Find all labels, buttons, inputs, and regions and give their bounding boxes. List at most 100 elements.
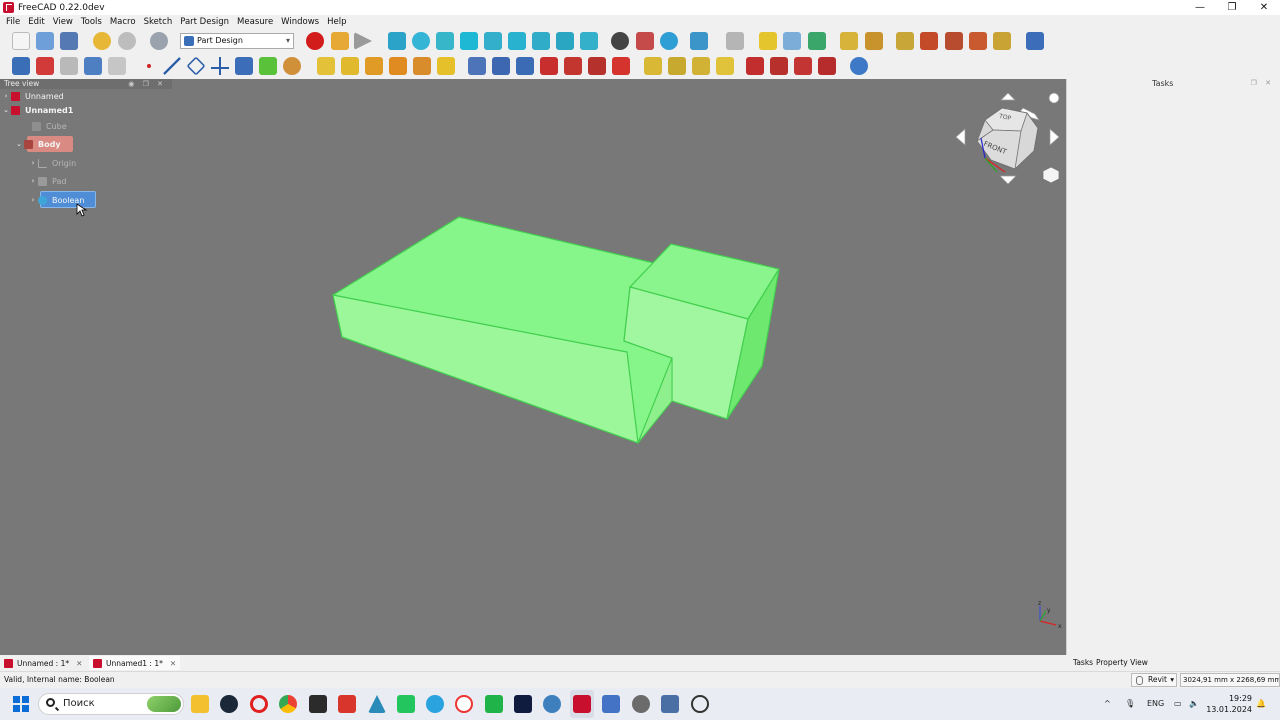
close-tab-icon[interactable]: ✕ [170,659,176,668]
rear-view-icon[interactable] [532,32,550,50]
menu-macro[interactable]: Macro [106,17,140,27]
workbench-selector[interactable]: Part Design ▾ [180,33,294,49]
open-document-icon[interactable] [36,32,54,50]
taskbar-search[interactable]: Поиск [38,693,184,715]
draw-style-icon[interactable] [636,32,654,50]
language-indicator[interactable]: ENG [1147,688,1164,720]
draft-icon[interactable] [794,57,812,75]
freecad-taskbar-icon[interactable] [573,695,591,713]
maximize-button[interactable]: ❐ [1216,0,1248,15]
telegram-icon[interactable] [426,695,444,713]
macro-run-icon[interactable] [354,32,372,50]
menu-view[interactable]: View [49,17,77,27]
opera-icon[interactable] [250,695,268,713]
addon-manager-icon[interactable] [1026,32,1044,50]
app-icon-navy[interactable] [543,695,561,713]
fit-selection-icon[interactable] [412,32,430,50]
menu-tools[interactable]: Tools [77,17,106,27]
multi-transform-icon[interactable] [920,32,938,50]
revolution-icon[interactable] [341,57,359,75]
fit-all-icon[interactable] [388,32,406,50]
calculator-icon[interactable] [602,695,620,713]
menu-windows[interactable]: Windows [277,17,323,27]
navigation-cube[interactable]: TOP FRONT [955,92,1060,185]
isometric-view-icon[interactable] [436,32,454,50]
tab-unnamed1[interactable]: Unnamed1 : 1* ✕ [89,656,181,670]
chamfer-icon[interactable] [770,57,788,75]
tree-item-pad[interactable]: › Pad [28,174,66,188]
tree-item-unnamed1[interactable]: ⌄ Unnamed1 [1,103,73,117]
bottom-view-icon[interactable] [556,32,574,50]
pad-icon[interactable] [317,57,335,75]
undo-icon[interactable] [93,32,111,50]
additive-pipe-icon[interactable] [389,57,407,75]
app-icon-ring[interactable] [691,695,709,713]
groove-icon[interactable] [516,57,534,75]
new-document-icon[interactable] [12,32,30,50]
measure-distance-icon[interactable] [611,32,629,50]
tab-tasks[interactable]: Tasks [1073,658,1093,667]
menu-measure[interactable]: Measure [233,17,277,27]
shape-binder-icon[interactable] [235,57,253,75]
scaled-icon[interactable] [945,32,963,50]
zoom-box-icon[interactable] [660,32,678,50]
chevron-right-icon[interactable]: › [1,92,11,100]
file-explorer-icon[interactable] [191,695,209,713]
local-coordinate-system-icon[interactable] [211,57,229,75]
panel-header-buttons[interactable]: ◉ ❐ ✕ [128,79,166,89]
subtractive-primitive-icon[interactable] [612,57,630,75]
photoshop-icon[interactable] [514,695,532,713]
thickness-icon[interactable] [818,57,836,75]
macro-record-icon[interactable] [306,32,324,50]
epic-games-icon[interactable] [309,695,327,713]
chevron-right-icon[interactable]: › [28,196,38,204]
close-tab-icon[interactable]: ✕ [76,659,82,668]
steam-icon[interactable] [220,695,238,713]
refresh-icon[interactable] [150,32,168,50]
clone-icon[interactable] [108,57,126,75]
chamfer-tool-icon[interactable] [969,32,987,50]
top-view-icon[interactable] [484,32,502,50]
boolean-icon[interactable] [850,57,868,75]
left-view-icon[interactable] [580,32,598,50]
settings-icon[interactable] [632,695,650,713]
subshape-binder-icon[interactable] [259,57,277,75]
hole-icon[interactable] [492,57,510,75]
additive-primitive-icon[interactable] [437,57,455,75]
windows-start-icon[interactable] [13,696,29,712]
fillet-icon[interactable] [746,57,764,75]
network-icon[interactable]: ▭ [1174,688,1182,720]
polar-pattern-feature-icon[interactable] [692,57,710,75]
save-document-icon[interactable] [60,32,78,50]
measure-ruler-icon[interactable] [690,32,708,50]
linear-pattern-feature-icon[interactable] [668,57,686,75]
notification-bell-icon[interactable]: 🔔 [1256,688,1266,720]
create-part-icon[interactable] [783,32,801,50]
additive-helix-icon[interactable] [413,57,431,75]
close-button[interactable]: ✕ [1248,0,1280,15]
chevron-down-icon[interactable]: ⌄ [1,106,11,114]
3d-viewport[interactable]: TOP FRONT z x y [172,79,1066,655]
tab-unnamed[interactable]: Unnamed : 1* ✕ [4,656,82,670]
microphone-icon[interactable]: 🎙 [1125,688,1135,720]
subtractive-loft-icon[interactable] [540,57,558,75]
sketch-icon[interactable] [36,57,54,75]
tray-expand-icon[interactable]: ^ [1104,688,1111,720]
menu-help[interactable]: Help [323,17,350,27]
navigation-style-selector[interactable]: Revit ▾ [1131,673,1177,687]
menu-file[interactable]: File [2,17,24,27]
tree-item-cube[interactable]: Cube [22,119,67,133]
subtractive-pipe-icon[interactable] [564,57,582,75]
pocket-icon[interactable] [468,57,486,75]
datum-plane-icon[interactable] [186,56,206,76]
whats-this-icon[interactable] [726,32,744,50]
pycharm-icon[interactable] [397,695,415,713]
app-icon-green[interactable] [485,695,503,713]
body-icon[interactable] [12,57,30,75]
multi-transform-feature-icon[interactable] [716,57,734,75]
volume-icon[interactable]: 🔈 [1189,688,1199,720]
app-icon-window[interactable] [661,695,679,713]
panel-header-buttons[interactable]: ❐ ✕ [1251,79,1274,87]
clone-feature-icon[interactable] [283,57,301,75]
additive-loft-icon[interactable] [365,57,383,75]
